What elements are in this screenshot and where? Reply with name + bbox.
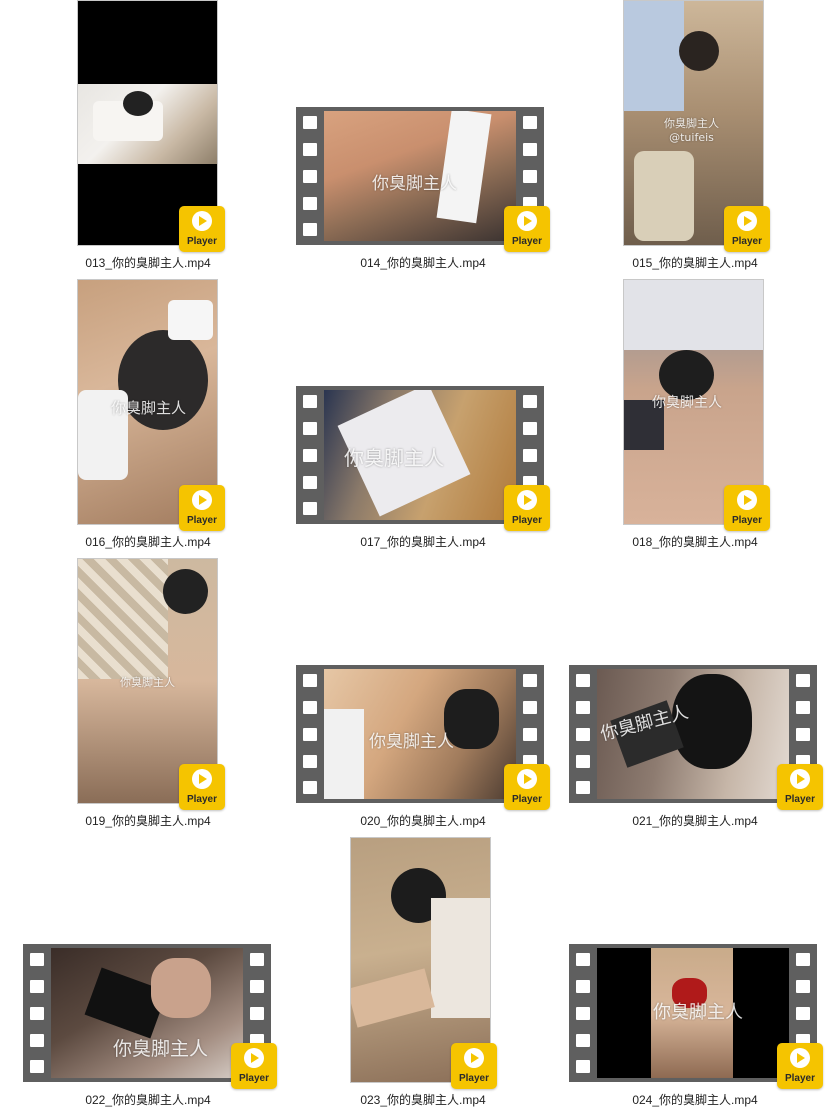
player-badge[interactable]: Player (724, 206, 770, 252)
watermark-text: 你臭脚主人 (111, 399, 187, 417)
player-label: Player (186, 515, 218, 526)
play-icon (192, 490, 212, 510)
play-icon (737, 211, 757, 231)
player-badge[interactable]: Player (179, 485, 225, 531)
watermark-text: 你臭脚主人 (113, 1038, 209, 1060)
file-tile[interactable]: 你臭脚主人 Player 022_你的臭脚主人.mp4 (0, 836, 280, 1107)
play-icon (517, 490, 537, 510)
play-icon (464, 1048, 484, 1068)
player-badge[interactable]: Player (504, 206, 550, 252)
watermark-text: 你臭脚主人 (372, 174, 457, 194)
play-icon (790, 1048, 810, 1068)
player-label: Player (731, 236, 763, 247)
file-name: 022_你的臭脚主人.mp4 (85, 1093, 211, 1107)
file-tile[interactable]: Player 023_你的臭脚主人.mp4 (280, 836, 570, 1107)
file-name: 023_你的臭脚主人.mp4 (360, 1093, 486, 1107)
player-badge[interactable]: Player (724, 485, 770, 531)
play-icon (737, 490, 757, 510)
play-icon (790, 769, 810, 789)
file-tile[interactable]: 你臭脚主人 Player 020_你的臭脚主人.mp4 (280, 557, 570, 832)
player-badge[interactable]: Player (504, 485, 550, 531)
watermark-text: 你臭脚主人 (652, 395, 722, 411)
player-label: Player (238, 1073, 270, 1084)
file-name: 021_你的臭脚主人.mp4 (632, 814, 758, 828)
file-tile[interactable]: 你臭脚主人 @tuifeis Player 015_你的臭脚主人.mp4 (560, 0, 834, 275)
player-label: Player (511, 794, 543, 805)
player-badge[interactable]: Player (231, 1043, 277, 1089)
file-name: 018_你的臭脚主人.mp4 (632, 535, 758, 549)
file-tile[interactable]: 你臭脚主人 Player 014_你的臭脚主人.mp4 (280, 0, 570, 275)
file-tile[interactable]: Player 013_你的臭脚主人.mp4 (0, 0, 300, 275)
watermark-text: 你臭脚主人 (120, 676, 175, 689)
play-icon (192, 211, 212, 231)
file-name: 017_你的臭脚主人.mp4 (360, 535, 486, 549)
watermark-text: 你臭脚主人 (653, 1002, 743, 1023)
file-tile[interactable]: 你臭脚主人 Player 024_你的臭脚主人.mp4 (560, 836, 834, 1107)
file-name: 019_你的臭脚主人.mp4 (85, 814, 211, 828)
player-badge[interactable]: Player (179, 764, 225, 810)
watermark-text: 你臭脚主人 (344, 446, 444, 470)
file-name: 024_你的臭脚主人.mp4 (632, 1093, 758, 1107)
player-label: Player (511, 236, 543, 247)
file-tile[interactable]: 你臭脚主人 Player 018_你的臭脚主人.mp4 (560, 278, 834, 553)
player-badge[interactable]: Player (777, 764, 823, 810)
file-name: 013_你的臭脚主人.mp4 (85, 256, 211, 270)
play-icon (244, 1048, 264, 1068)
play-icon (517, 211, 537, 231)
play-icon (192, 769, 212, 789)
player-label: Player (784, 794, 816, 805)
player-label: Player (186, 236, 218, 247)
watermark-text: 你臭脚主人 @tuifeis (664, 117, 719, 144)
file-name: 020_你的臭脚主人.mp4 (360, 814, 486, 828)
player-label: Player (458, 1073, 490, 1084)
file-tile[interactable]: 你臭脚主人 Player 021_你的臭脚主人.mp4 (560, 557, 834, 832)
player-badge[interactable]: Player (777, 1043, 823, 1089)
file-tile[interactable]: 你臭脚主人 Player 017_你的臭脚主人.mp4 (280, 278, 570, 553)
player-badge[interactable]: Player (179, 206, 225, 252)
player-label: Player (784, 1073, 816, 1084)
watermark-text: 你臭脚主人 (369, 732, 454, 752)
file-tile[interactable]: 你臭脚主人 Player 019_你的臭脚主人.mp4 (0, 557, 300, 832)
player-label: Player (186, 794, 218, 805)
file-tile[interactable]: 你臭脚主人 Player 016_你的臭脚主人.mp4 (0, 278, 300, 553)
player-label: Player (511, 515, 543, 526)
file-name: 016_你的臭脚主人.mp4 (85, 535, 211, 549)
player-badge[interactable]: Player (504, 764, 550, 810)
player-badge[interactable]: Player (451, 1043, 497, 1089)
file-name: 014_你的臭脚主人.mp4 (360, 256, 486, 270)
play-icon (517, 769, 537, 789)
player-label: Player (731, 515, 763, 526)
file-name: 015_你的臭脚主人.mp4 (632, 256, 758, 270)
